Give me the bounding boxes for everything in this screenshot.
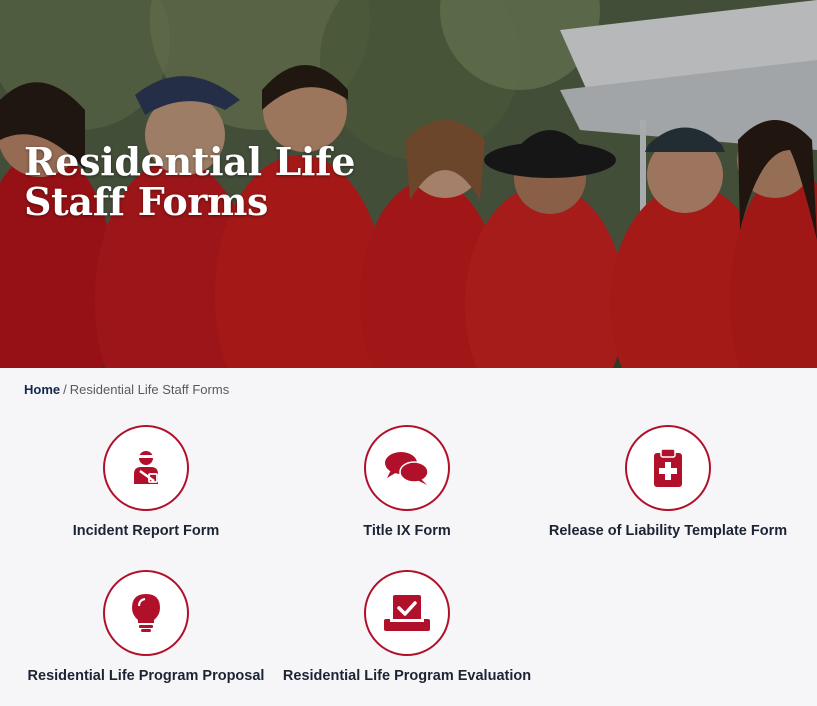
- release-of-liability-form-link[interactable]: Release of Liability Template Form: [538, 425, 798, 539]
- breadcrumb: Home / Residential Life Staff Forms: [24, 382, 229, 397]
- ballot-box-check-icon: [364, 570, 450, 656]
- lightbulb-icon: [103, 570, 189, 656]
- incident-report-form-label: Incident Report Form: [72, 523, 220, 539]
- clipboard-medical-icon: [625, 425, 711, 511]
- breadcrumb-current: Residential Life Staff Forms: [69, 382, 230, 397]
- chat-bubbles-icon: [364, 425, 450, 511]
- breadcrumb-home-link[interactable]: Home: [24, 382, 60, 397]
- hero-banner: Residential Life Staff Forms: [0, 0, 817, 368]
- title-ix-form-link[interactable]: Title IX Form: [277, 425, 537, 539]
- injured-person-icon: [103, 425, 189, 511]
- release-of-liability-form-label: Release of Liability Template Form: [548, 523, 788, 539]
- incident-report-form-link[interactable]: Incident Report Form: [16, 425, 276, 539]
- title-ix-form-label: Title IX Form: [363, 523, 451, 539]
- page-title: Residential Life Staff Forms: [24, 139, 356, 224]
- program-evaluation-link[interactable]: Residential Life Program Evaluation: [277, 570, 537, 684]
- breadcrumb-separator: /: [63, 382, 67, 397]
- program-evaluation-label: Residential Life Program Evaluation: [282, 668, 532, 684]
- program-proposal-link[interactable]: Residential Life Program Proposal: [16, 570, 276, 684]
- program-proposal-label: Residential Life Program Proposal: [27, 668, 265, 684]
